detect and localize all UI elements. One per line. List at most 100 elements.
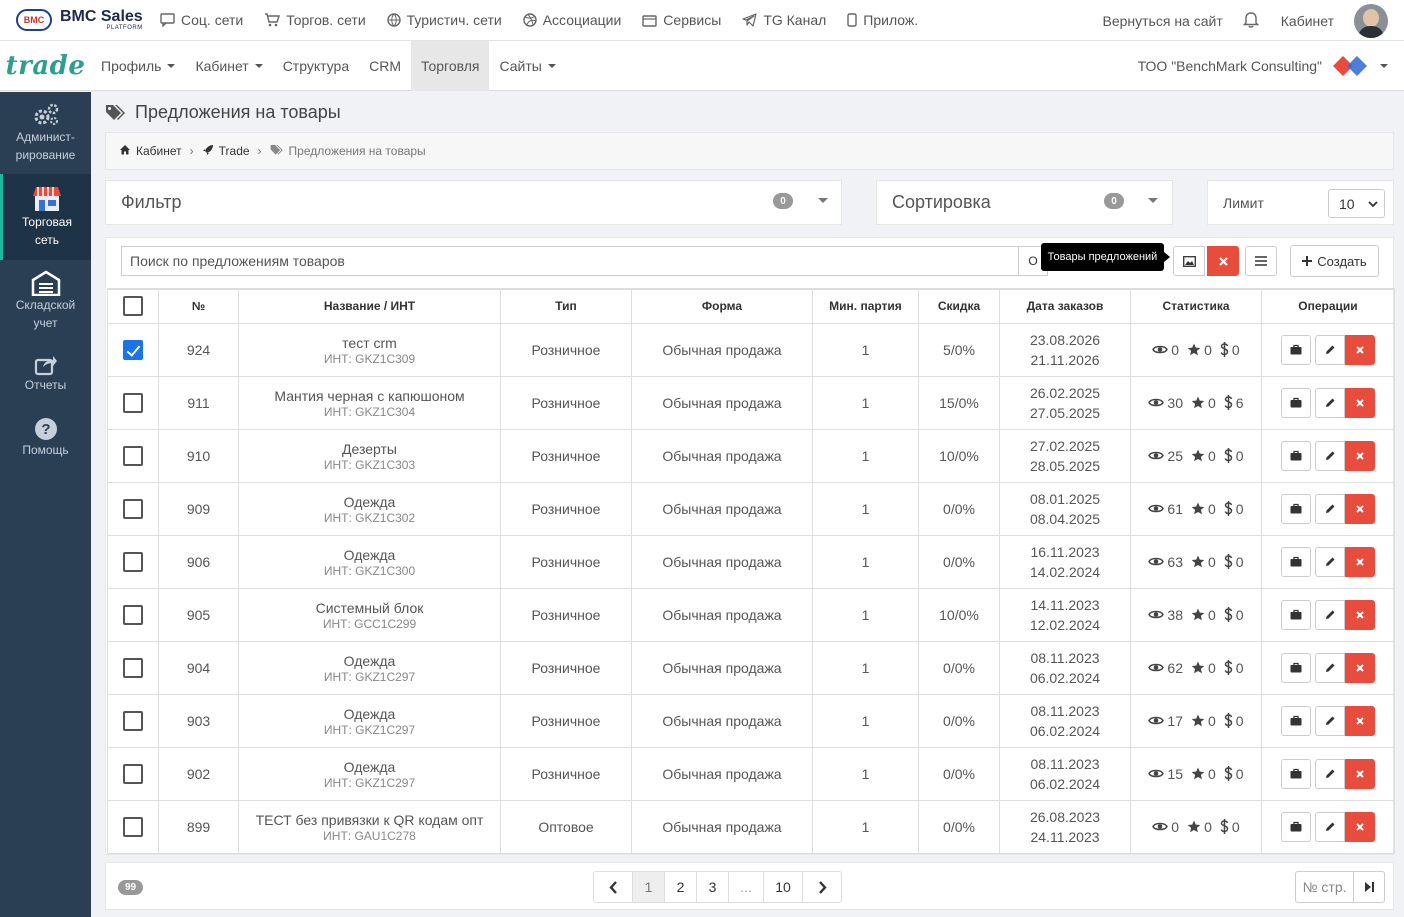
image-view-button[interactable] xyxy=(1173,246,1205,276)
top-link-associations[interactable]: Ассоциации xyxy=(523,12,621,28)
orders-button[interactable] xyxy=(1281,493,1311,524)
table-row[interactable]: 903 Одежда ИНТ: GKZ1C297 Розничное Обычная п… xyxy=(107,693,1395,748)
sidebar-item-admin[interactable]: Админист- рирование xyxy=(0,92,91,174)
table-row[interactable]: 924 тест crm ИНТ: GKZ1C309 Розничное Обычная… xyxy=(107,322,1395,377)
table-row[interactable]: 904 Одежда ИНТ: GKZ1C297 Розничное Обычная п… xyxy=(107,640,1395,695)
product-name[interactable]: ТЕСТ без привязки к QR кодам опт xyxy=(239,811,500,829)
product-name[interactable]: Одежда xyxy=(239,705,500,723)
table-row[interactable]: 909 Одежда ИНТ: GKZ1C302 Розничное Обычная п… xyxy=(107,481,1395,536)
delete-button[interactable] xyxy=(1345,387,1375,418)
col-header-type[interactable]: Тип xyxy=(500,288,632,324)
row-checkbox[interactable] xyxy=(123,551,143,572)
top-link-apps[interactable]: Прилож. xyxy=(847,12,918,28)
breadcrumb-trade[interactable]: Trade xyxy=(219,144,250,158)
product-name[interactable]: Одежда xyxy=(239,758,500,776)
table-row[interactable]: 910 Дезерты ИНТ: GKZ1C303 Розничное Обычная … xyxy=(107,428,1395,483)
delete-button[interactable] xyxy=(1345,546,1375,577)
breadcrumb-cabinet[interactable]: Кабинет xyxy=(136,144,182,158)
delete-button[interactable] xyxy=(1345,599,1375,630)
delete-button[interactable] xyxy=(1345,440,1375,471)
top-link-trade[interactable]: Торгов. сети xyxy=(264,12,366,28)
row-checkbox[interactable] xyxy=(123,816,143,837)
cabinet-link[interactable]: Кабинет xyxy=(1281,13,1334,29)
top-link-services[interactable]: Сервисы xyxy=(642,12,721,28)
product-name[interactable]: Одежда xyxy=(239,546,500,564)
edit-button[interactable] xyxy=(1315,652,1345,683)
edit-button[interactable] xyxy=(1315,334,1345,365)
edit-button[interactable] xyxy=(1315,599,1345,630)
sort-panel[interactable]: Сортировка 0 xyxy=(876,180,1173,225)
search-input[interactable]: Поиск по предложениям товаров xyxy=(121,246,1019,276)
table-row[interactable]: 906 Одежда ИНТ: GKZ1C300 Розничное Обычная п… xyxy=(107,534,1395,589)
edit-button[interactable] xyxy=(1315,387,1345,418)
brand-logo[interactable]: trade xyxy=(0,51,91,81)
edit-button[interactable] xyxy=(1315,493,1345,524)
table-row[interactable]: 905 Системный блок ИНТ: GCC1C299 Розничное О… xyxy=(107,587,1395,642)
notifications-button[interactable] xyxy=(1242,11,1259,31)
edit-button[interactable] xyxy=(1315,440,1345,471)
col-header-order-dates[interactable]: Дата заказов xyxy=(999,288,1131,324)
delete-button[interactable] xyxy=(1345,705,1375,736)
list-view-button[interactable] xyxy=(1245,246,1277,276)
row-checkbox[interactable] xyxy=(123,710,143,731)
top-link-telegram[interactable]: TG Канал xyxy=(742,12,826,28)
page-number-input[interactable]: № стр. xyxy=(1295,871,1354,903)
product-name[interactable]: Одежда xyxy=(239,652,500,670)
edit-button[interactable] xyxy=(1315,758,1345,789)
select-all-checkbox[interactable] xyxy=(123,296,143,317)
orders-button[interactable] xyxy=(1281,705,1311,736)
sidebar-item-trade-network[interactable]: Торговая сеть xyxy=(0,174,91,260)
row-checkbox[interactable] xyxy=(123,392,143,413)
sidebar-item-help[interactable]: ? Помощь xyxy=(0,406,91,470)
orders-button[interactable] xyxy=(1281,811,1311,842)
page-2[interactable]: 2 xyxy=(664,871,697,903)
company-selector[interactable]: ТОО "BenchMark Consulting" xyxy=(1138,41,1388,91)
page-10[interactable]: 10 xyxy=(763,871,803,903)
page-3[interactable]: 3 xyxy=(696,871,729,903)
delete-button[interactable] xyxy=(1345,758,1375,789)
avatar[interactable] xyxy=(1354,3,1388,38)
product-name[interactable]: тест crm xyxy=(239,334,500,352)
product-name[interactable]: Одежда xyxy=(239,493,500,511)
top-link-social[interactable]: Соц. сети xyxy=(160,12,243,28)
menu-cabinet[interactable]: Кабинет xyxy=(185,41,272,91)
col-header-form[interactable]: Форма xyxy=(631,288,813,324)
edit-button[interactable] xyxy=(1315,811,1345,842)
next-page-button[interactable] xyxy=(802,871,842,903)
edit-button[interactable] xyxy=(1315,705,1345,736)
edit-button[interactable] xyxy=(1315,546,1345,577)
clear-button[interactable] xyxy=(1207,246,1239,276)
table-row[interactable]: 911 Мантия черная с капюшоном ИНТ: GKZ1C30… xyxy=(107,375,1395,430)
orders-button[interactable] xyxy=(1281,387,1311,418)
limit-select[interactable]: 10 xyxy=(1328,189,1385,218)
delete-button[interactable] xyxy=(1345,652,1375,683)
go-to-page-button[interactable] xyxy=(1353,871,1385,903)
col-header-min-batch[interactable]: Мин. партия xyxy=(812,288,919,324)
row-checkbox[interactable] xyxy=(123,445,143,466)
page-1[interactable]: 1 xyxy=(632,871,665,903)
orders-button[interactable] xyxy=(1281,599,1311,630)
menu-crm[interactable]: CRM xyxy=(359,41,411,91)
menu-trade[interactable]: Торговля xyxy=(411,40,490,91)
create-button[interactable]: Создать xyxy=(1290,245,1379,277)
product-name[interactable]: Мантия черная с капюшоном xyxy=(239,387,500,405)
sidebar-item-warehouse[interactable]: Складской учет xyxy=(0,260,91,342)
table-row[interactable]: 899 ТЕСТ без привязки к QR кодам опт ИНТ: … xyxy=(107,799,1395,854)
back-to-site-link[interactable]: Вернуться на сайт xyxy=(1103,13,1223,29)
delete-button[interactable] xyxy=(1345,334,1375,365)
orders-button[interactable] xyxy=(1281,652,1311,683)
delete-button[interactable] xyxy=(1345,811,1375,842)
filter-panel[interactable]: Фильтр 0 xyxy=(105,180,842,225)
col-header-name[interactable]: Название / ИНТ xyxy=(238,288,501,324)
col-header-discount[interactable]: Скидка xyxy=(918,288,1000,324)
sidebar-item-reports[interactable]: Отчеты xyxy=(0,342,91,406)
row-checkbox[interactable] xyxy=(123,604,143,625)
prev-page-button[interactable] xyxy=(593,871,633,903)
menu-sites[interactable]: Сайты xyxy=(489,41,565,91)
table-row[interactable]: 902 Одежда ИНТ: GKZ1C297 Розничное Обычная п… xyxy=(107,746,1395,801)
row-checkbox[interactable] xyxy=(123,763,143,784)
orders-button[interactable] xyxy=(1281,758,1311,789)
row-checkbox[interactable] xyxy=(123,339,143,360)
product-name[interactable]: Системный блок xyxy=(239,599,500,617)
menu-structure[interactable]: Структура xyxy=(273,41,359,91)
